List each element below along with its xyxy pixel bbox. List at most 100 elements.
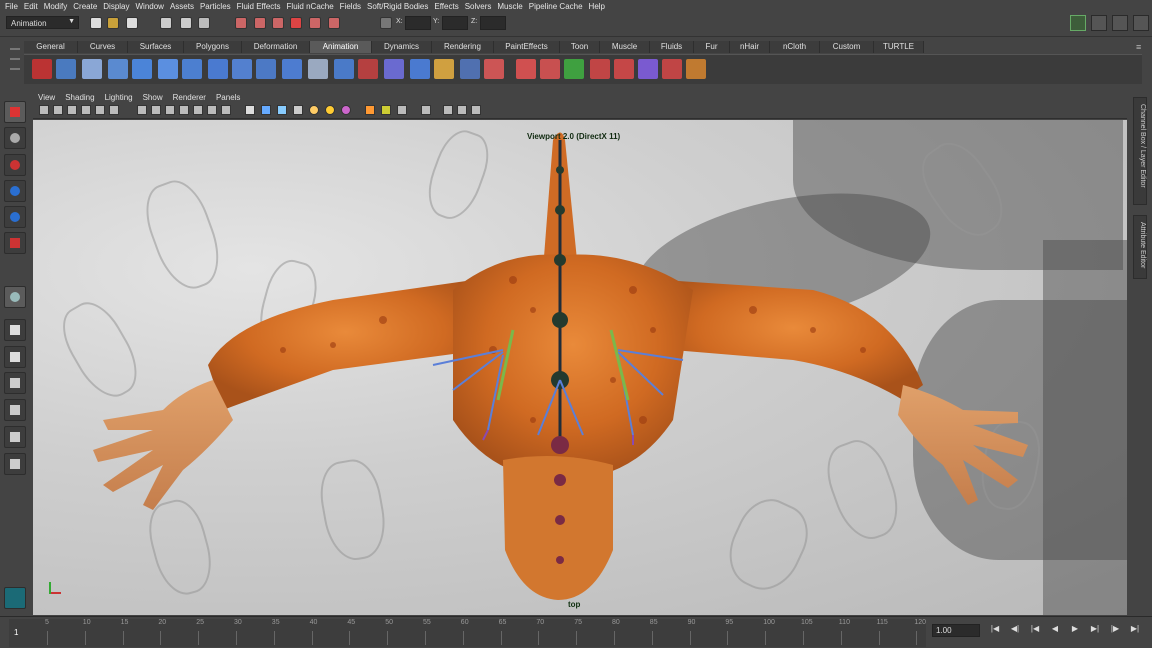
shelf-tab-ncloth[interactable]: nCloth <box>770 41 820 53</box>
rotate-tool-icon[interactable] <box>4 206 26 228</box>
isolate-select-icon[interactable] <box>421 105 431 115</box>
layout-side-icon[interactable] <box>4 372 26 394</box>
parent-constraint-icon[interactable] <box>484 59 504 79</box>
paint-select-tool-icon[interactable] <box>4 154 26 176</box>
menu-file[interactable]: File <box>5 2 24 11</box>
shelf-tab-polygons[interactable]: Polygons <box>184 41 242 53</box>
safe-title-icon[interactable] <box>221 105 231 115</box>
bind-skin-icon[interactable] <box>308 59 328 79</box>
set-key-icon[interactable] <box>32 59 52 79</box>
snap-grid-icon[interactable] <box>235 17 247 29</box>
panel-menu-show[interactable]: Show <box>143 93 163 102</box>
step-back-key-icon[interactable]: |◀ <box>1028 624 1042 637</box>
menu-display[interactable]: Display <box>103 2 135 11</box>
shelf-menu-icon[interactable]: ≡ <box>1136 42 1146 52</box>
resolution-gate-icon[interactable] <box>165 105 175 115</box>
shelf-tab-toon[interactable]: Toon <box>560 41 600 53</box>
menu-pipeline-cache[interactable]: Pipeline Cache <box>529 2 589 11</box>
menu-particles[interactable]: Particles <box>200 2 237 11</box>
panel-menu-lighting[interactable]: Lighting <box>105 93 133 102</box>
shadows-icon[interactable] <box>325 105 335 115</box>
transform-icon[interactable] <box>380 17 392 29</box>
step-forward-key-icon[interactable]: ▶| <box>1088 624 1102 637</box>
xray-icon[interactable] <box>443 105 453 115</box>
menu-edit[interactable]: Edit <box>24 2 44 11</box>
lattice-icon[interactable] <box>564 59 584 79</box>
menu-effects[interactable]: Effects <box>434 2 464 11</box>
layout-hypershade-icon[interactable] <box>4 453 26 475</box>
go-to-end-icon[interactable]: ▶| <box>1128 624 1142 637</box>
connect-joint-icon[interactable] <box>256 59 276 79</box>
attribute-editor-toggle-icon[interactable] <box>1091 15 1107 31</box>
select-hierarchy-icon[interactable] <box>160 17 172 29</box>
coord-y-field[interactable] <box>442 16 468 30</box>
shelf-tab-muscle[interactable]: Muscle <box>600 41 650 53</box>
menu-create[interactable]: Create <box>73 2 103 11</box>
insert-joint-icon[interactable] <box>158 59 178 79</box>
point-constraint-icon[interactable] <box>384 59 404 79</box>
channel-box-tab[interactable]: Channel Box / Layer Editor <box>1133 97 1147 205</box>
viewport-3d[interactable]: Viewport 2.0 (DirectX 11) top <box>33 120 1127 615</box>
sculpt-icon[interactable] <box>638 59 658 79</box>
menu-fields[interactable]: Fields <box>340 2 367 11</box>
aim-constraint-icon[interactable] <box>410 59 430 79</box>
motion-blur-icon[interactable] <box>365 105 375 115</box>
menu-set-selector[interactable]: Animation ▼ <box>6 16 79 29</box>
film-gate-icon[interactable] <box>151 105 161 115</box>
bookmarks-icon[interactable] <box>67 105 77 115</box>
panel-menu-renderer[interactable]: Renderer <box>173 93 206 102</box>
coord-x-field[interactable] <box>405 16 431 30</box>
make-live-icon[interactable] <box>309 17 321 29</box>
open-scene-icon[interactable] <box>107 17 119 29</box>
current-frame-field[interactable]: 1.00 <box>932 624 980 637</box>
ik-handle-icon[interactable] <box>56 59 76 79</box>
shelf-tab-animation[interactable]: Animation <box>310 41 372 53</box>
wireframe-icon[interactable] <box>245 105 255 115</box>
play-forwards-icon[interactable]: ▶ <box>1068 624 1082 637</box>
move-tool-icon[interactable] <box>4 180 26 202</box>
snap-curve-icon[interactable] <box>254 17 266 29</box>
character-model[interactable] <box>33 120 1127 615</box>
panel-menu-shading[interactable]: Shading <box>65 93 94 102</box>
image-plane-icon[interactable] <box>81 105 91 115</box>
scale-constraint-icon[interactable] <box>460 59 480 79</box>
history-icon[interactable] <box>328 17 340 29</box>
detach-skin-icon[interactable] <box>334 59 354 79</box>
pole-vector-icon[interactable] <box>516 59 536 79</box>
ambient-occlusion-icon[interactable] <box>341 105 351 115</box>
shelf-tab-turtle[interactable]: TURTLE <box>874 41 924 53</box>
layout-single-icon[interactable] <box>4 319 26 341</box>
go-to-start-icon[interactable]: |◀ <box>988 624 1002 637</box>
joint-tool-icon[interactable] <box>4 286 26 308</box>
menu-help[interactable]: Help <box>589 2 611 11</box>
tool-settings-toggle-icon[interactable] <box>1112 15 1128 31</box>
reroot-skeleton-icon[interactable] <box>282 59 302 79</box>
shelf-tab-deformation[interactable]: Deformation <box>242 41 310 53</box>
panel-menu-view[interactable]: View <box>38 93 55 102</box>
play-backwards-icon[interactable]: ◀ <box>1048 624 1062 637</box>
menu-modify[interactable]: Modify <box>44 2 74 11</box>
blend-shape-icon[interactable] <box>540 59 560 79</box>
menu-fluid-ncache[interactable]: Fluid nCache <box>287 2 340 11</box>
gate-mask-icon[interactable] <box>179 105 189 115</box>
soft-mod-icon[interactable] <box>662 59 682 79</box>
smooth-shade-icon[interactable] <box>261 105 271 115</box>
xray-joints-icon[interactable] <box>457 105 467 115</box>
skeleton-icon[interactable] <box>132 59 152 79</box>
layout-outliner-icon[interactable] <box>4 399 26 421</box>
menu-fluid-effects[interactable]: Fluid Effects <box>237 2 287 11</box>
grid-icon[interactable] <box>137 105 147 115</box>
camera-attributes-icon[interactable] <box>53 105 63 115</box>
snap-view-plane-icon[interactable] <box>290 17 302 29</box>
hik-character-icon[interactable] <box>4 587 26 609</box>
shelf-tab-surfaces[interactable]: Surfaces <box>128 41 184 53</box>
menu-window[interactable]: Window <box>136 2 170 11</box>
toggle-status-panel-icon[interactable] <box>1070 15 1086 31</box>
menu-assets[interactable]: Assets <box>170 2 200 11</box>
shelf-tab-nhair[interactable]: nHair <box>730 41 770 53</box>
backface-culling-icon[interactable] <box>471 105 481 115</box>
use-all-lights-icon[interactable] <box>309 105 319 115</box>
menu-muscle[interactable]: Muscle <box>497 2 528 11</box>
shelf-tab-fluids[interactable]: Fluids <box>650 41 694 53</box>
orient-constraint-icon[interactable] <box>434 59 454 79</box>
